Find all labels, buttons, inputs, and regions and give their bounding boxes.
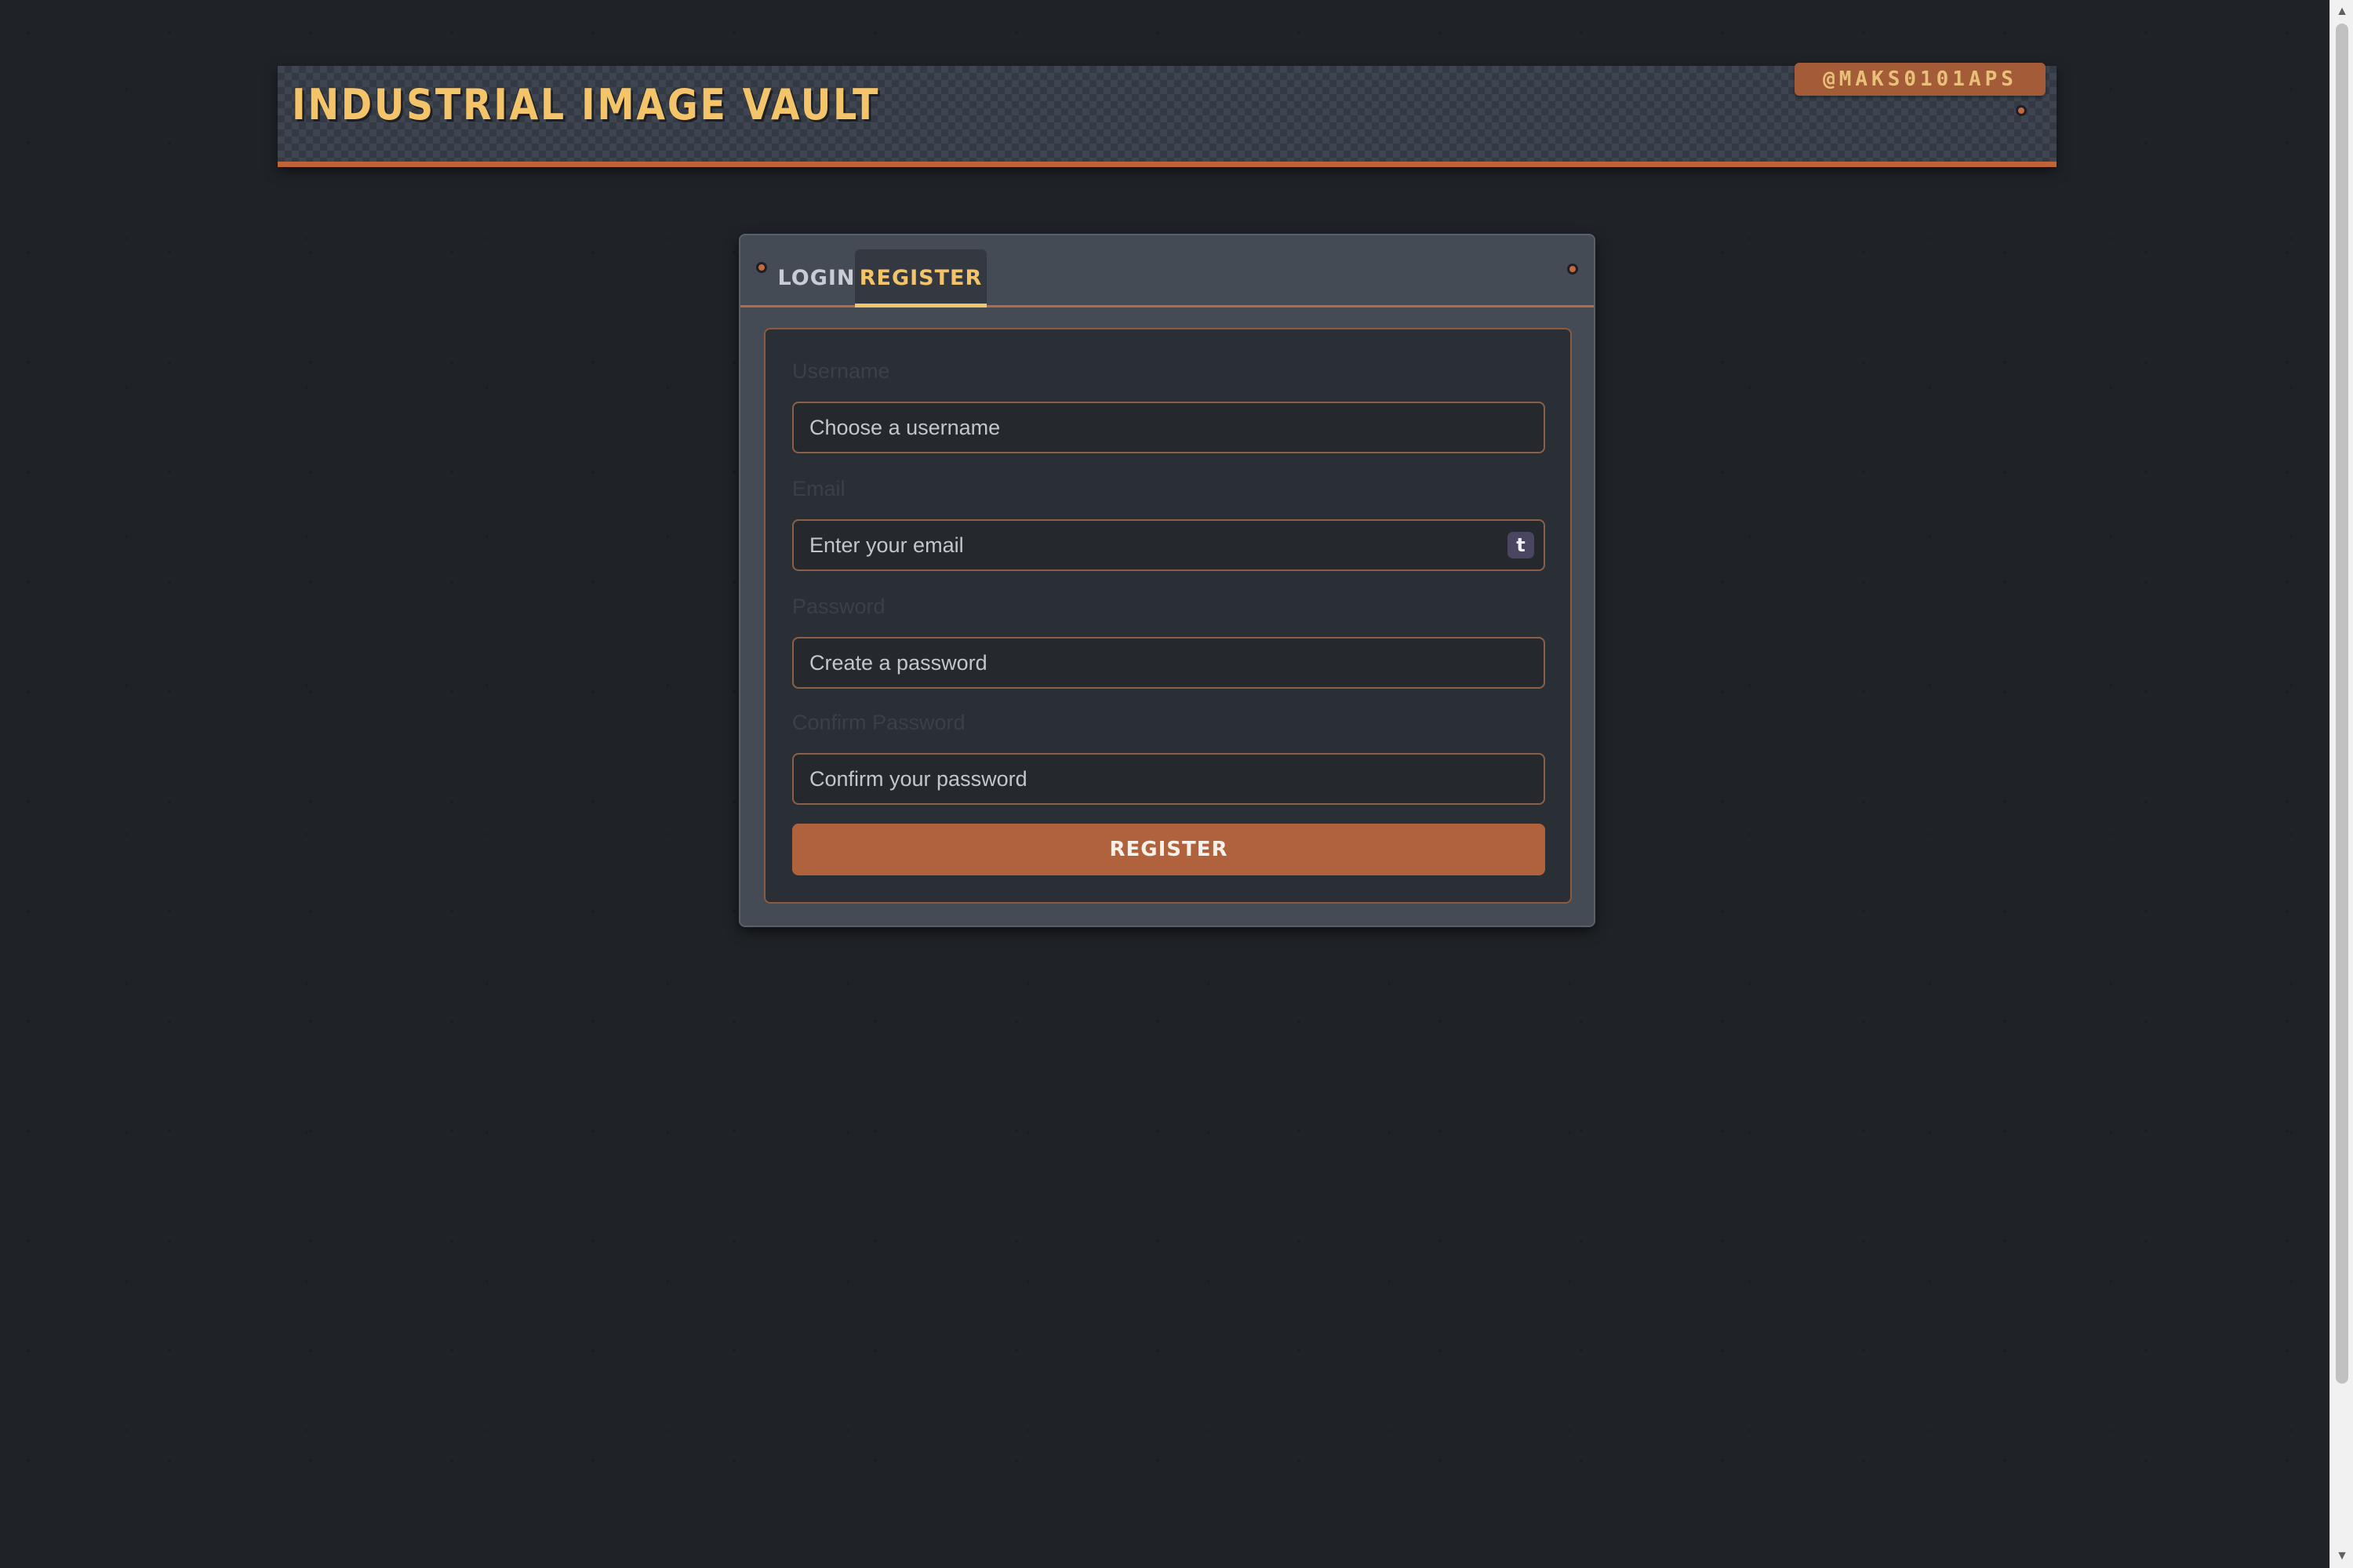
rivet-icon (756, 262, 767, 273)
rivet-icon (1567, 264, 1578, 275)
app-title: INDUSTRIAL IMAGE VAULT (292, 80, 881, 129)
username-label: Username (792, 359, 890, 383)
app-header: INDUSTRIAL IMAGE VAULT @MAKS0101APS (278, 63, 2057, 167)
scroll-down-icon[interactable]: ▼ (2330, 1546, 2353, 1566)
password-manager-icon[interactable]: t (1507, 532, 1534, 558)
tab-login[interactable]: LOGIN (773, 249, 860, 307)
tab-register[interactable]: REGISTER (855, 249, 987, 307)
auth-tabs: LOGIN REGISTER (740, 235, 1594, 307)
email-label: Email (792, 477, 846, 500)
confirm-password-label: Confirm Password (792, 711, 966, 734)
scroll-up-icon[interactable]: ▲ (2330, 2, 2353, 22)
rivet-icon (2016, 105, 2027, 116)
scrollbar-thumb[interactable] (2336, 24, 2348, 1384)
email-input[interactable] (792, 519, 1545, 571)
page-scrollbar[interactable]: ▲ ▼ (2329, 0, 2353, 1568)
user-badge[interactable]: @MAKS0101APS (1795, 63, 2046, 96)
register-button[interactable]: REGISTER (792, 824, 1545, 875)
password-input[interactable] (792, 637, 1545, 689)
password-label: Password (792, 595, 886, 618)
register-form: Username Email t Password Confirm Passwo… (764, 328, 1572, 904)
confirm-password-input[interactable] (792, 753, 1545, 805)
auth-card: LOGIN REGISTER Username Email t Password… (739, 234, 1595, 927)
username-input[interactable] (792, 402, 1545, 453)
